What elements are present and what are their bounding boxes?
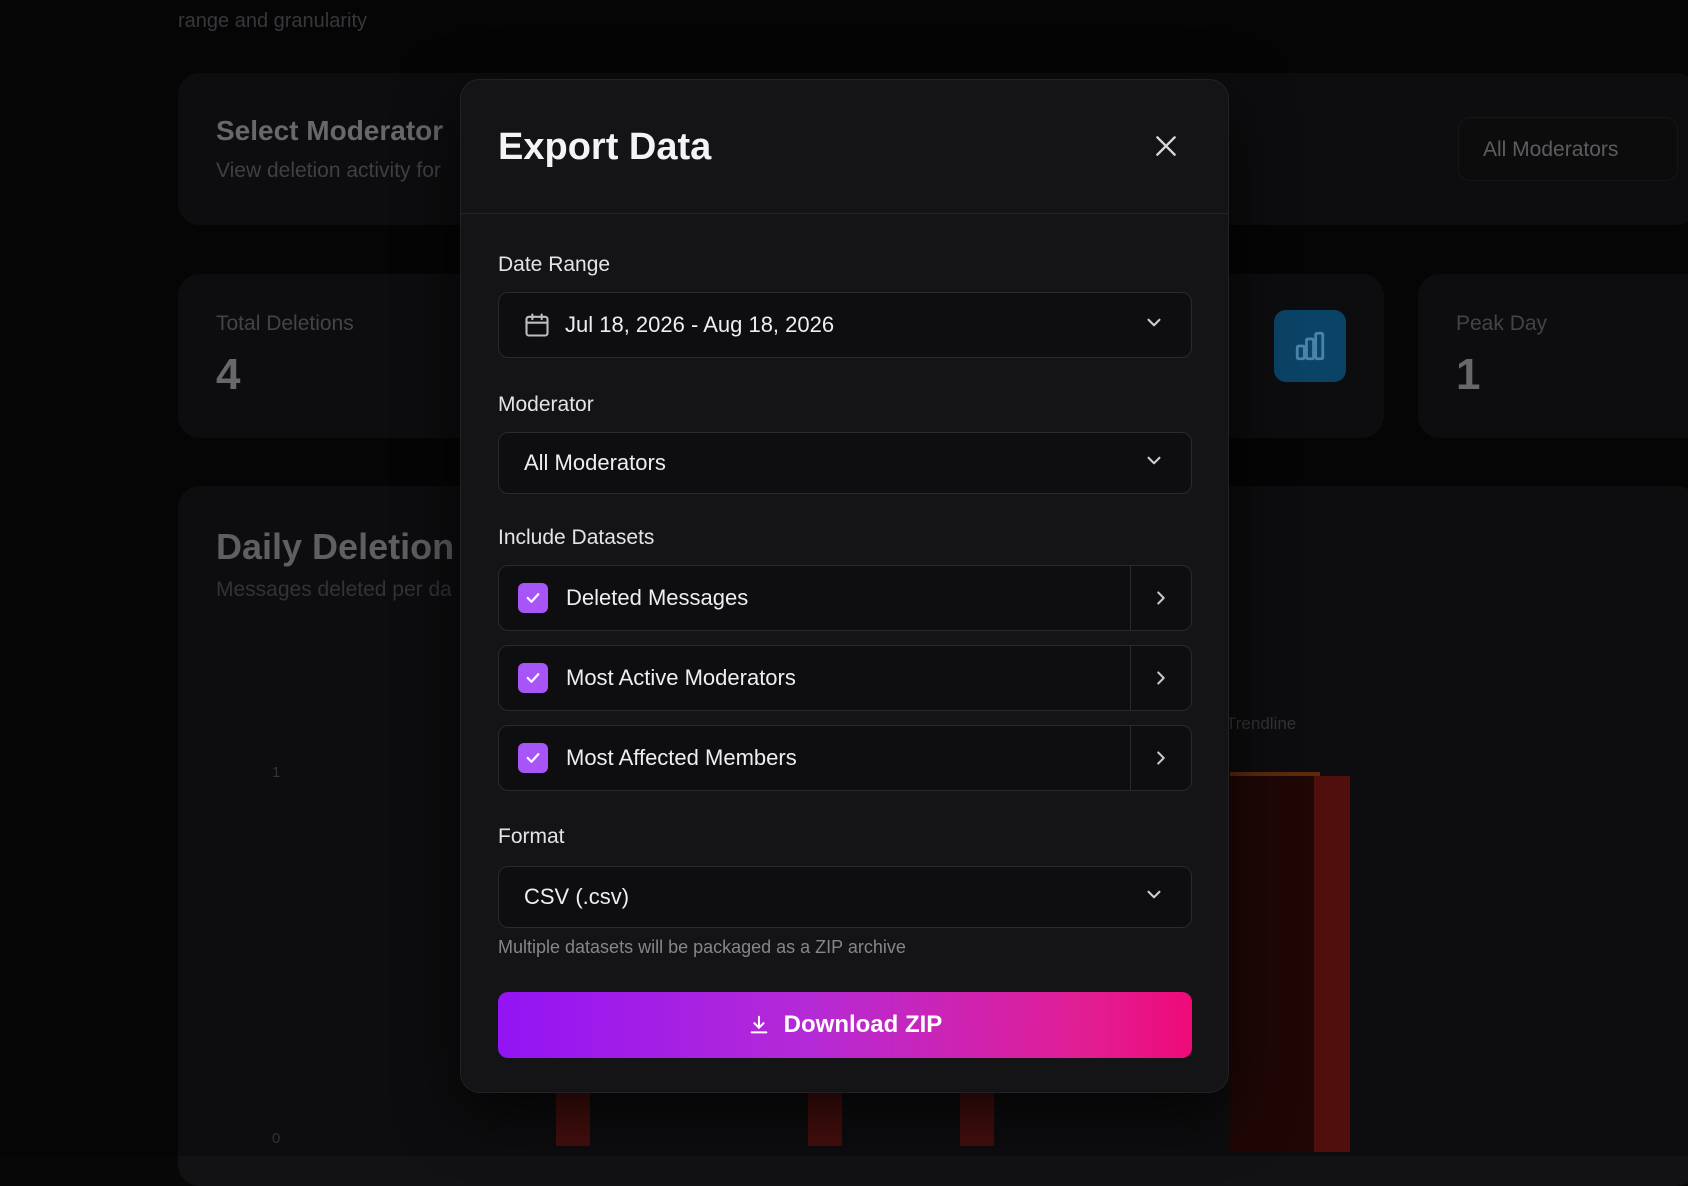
moderator-select[interactable]: All Moderators [498, 432, 1192, 494]
download-zip-button[interactable]: Download ZIP [498, 992, 1192, 1058]
download-icon [748, 1014, 770, 1036]
check-icon [524, 589, 542, 607]
format-select[interactable]: CSV (.csv) [498, 866, 1192, 928]
date-range-select[interactable]: Jul 18, 2026 - Aug 18, 2026 [498, 292, 1192, 358]
dataset-expand-button[interactable] [1130, 566, 1191, 630]
dataset-expand-button[interactable] [1130, 646, 1191, 710]
moderator-label: Moderator [498, 393, 594, 417]
modal-title: Export Data [498, 126, 711, 169]
dataset-name: Most Active Moderators [566, 665, 796, 691]
dataset-checkbox[interactable] [518, 663, 548, 693]
dataset-name: Deleted Messages [566, 585, 748, 611]
chevron-right-icon [1150, 587, 1172, 609]
chevron-down-icon [1143, 312, 1165, 339]
chevron-down-icon [1143, 884, 1165, 911]
dataset-item-most-affected-members[interactable]: Most Affected Members [498, 725, 1192, 791]
dataset-item-deleted-messages[interactable]: Deleted Messages [498, 565, 1192, 631]
chevron-right-icon [1150, 667, 1172, 689]
close-button[interactable] [1146, 126, 1186, 166]
check-icon [524, 669, 542, 687]
dataset-checkbox[interactable] [518, 743, 548, 773]
chevron-down-icon [1143, 450, 1165, 477]
format-hint: Multiple datasets will be packaged as a … [498, 937, 906, 958]
include-datasets-label: Include Datasets [498, 526, 654, 550]
dataset-item-most-active-moderators[interactable]: Most Active Moderators [498, 645, 1192, 711]
dataset-name: Most Affected Members [566, 745, 797, 771]
format-value: CSV (.csv) [524, 884, 629, 910]
chevron-right-icon [1150, 747, 1172, 769]
check-icon [524, 749, 542, 767]
close-icon [1153, 133, 1179, 159]
export-data-modal: Export Data Date Range Jul 18, 2026 - Au… [460, 79, 1229, 1093]
download-button-label: Download ZIP [784, 1011, 943, 1039]
format-label: Format [498, 825, 565, 849]
dataset-expand-button[interactable] [1130, 726, 1191, 790]
dataset-checkbox[interactable] [518, 583, 548, 613]
date-range-label: Date Range [498, 253, 610, 277]
modal-header: Export Data [461, 80, 1228, 214]
date-range-value: Jul 18, 2026 - Aug 18, 2026 [565, 312, 834, 338]
calendar-icon [523, 311, 551, 339]
moderator-value: All Moderators [524, 450, 666, 476]
